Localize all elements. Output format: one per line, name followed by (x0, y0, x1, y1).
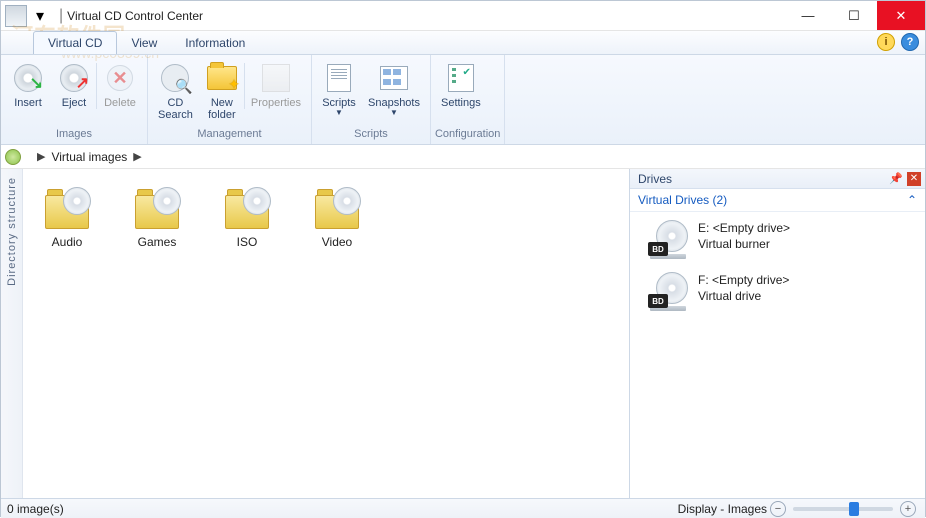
drives-panel-header: Drives 📌 ✕ (630, 169, 925, 189)
settings-button[interactable]: Settings (435, 57, 487, 127)
drives-panel: Drives 📌 ✕ Virtual Drives (2) ⌃ BD E: <E… (629, 169, 925, 498)
folder-cd-icon (41, 185, 93, 229)
breadcrumb-chevron[interactable]: ▶ (133, 150, 141, 163)
delete-icon: ✕ (107, 65, 133, 91)
drive-item-e[interactable]: BD E: <Empty drive> Virtual burner (630, 212, 925, 264)
panel-close-button[interactable]: ✕ (907, 172, 921, 186)
file-pane[interactable]: Audio Games ISO Video (23, 169, 629, 498)
zoom-slider-thumb[interactable] (849, 502, 859, 516)
status-display-mode: Display - Images (678, 502, 767, 516)
drive-state: <Empty drive> (712, 273, 789, 287)
folder-label: Games (138, 235, 177, 249)
ribbon-group-configuration: Settings Configuration (431, 55, 505, 144)
main-area: Directory structure Audio Games ISO Vide… (1, 169, 925, 498)
drive-state: <Empty drive> (713, 221, 790, 235)
folder-item-audio[interactable]: Audio (31, 185, 103, 249)
help-icon[interactable]: ? (901, 33, 919, 51)
close-button[interactable]: ✕ (877, 1, 925, 30)
tab-virtual-cd[interactable]: Virtual CD (33, 31, 117, 54)
ribbon-group-images: ↘ Insert ↗ Eject ✕ Delete Images (1, 55, 148, 144)
ribbon-group-scripts: Scripts ▼ Snapshots ▼ Scripts (312, 55, 431, 144)
cd-search-icon (161, 64, 189, 92)
insert-button[interactable]: ↘ Insert (5, 57, 51, 127)
folder-item-games[interactable]: Games (121, 185, 193, 249)
chevron-down-icon: ▼ (390, 108, 398, 117)
zoom-out-button[interactable]: − (770, 501, 786, 517)
cd-insert-icon: ↘ (14, 64, 42, 92)
drives-panel-title: Drives (638, 172, 672, 186)
folder-label: Audio (52, 235, 83, 249)
delete-button[interactable]: ✕ Delete (97, 57, 143, 127)
minimize-button[interactable]: — (785, 1, 831, 30)
snapshot-icon (380, 66, 408, 90)
group-label-management: Management (152, 127, 307, 142)
bd-badge: BD (648, 294, 668, 308)
properties-button[interactable]: Properties (245, 57, 307, 127)
folder-label: ISO (237, 235, 258, 249)
chevron-up-icon: ⌃ (907, 193, 917, 207)
folder-item-video[interactable]: Video (301, 185, 373, 249)
cd-eject-icon: ↗ (60, 64, 88, 92)
scripts-button[interactable]: Scripts ▼ (316, 57, 362, 127)
title-separator: | (59, 7, 63, 25)
maximize-button[interactable]: ☐ (831, 1, 877, 30)
folder-item-iso[interactable]: ISO (211, 185, 283, 249)
drive-icon: BD (648, 272, 688, 308)
status-image-count: 0 image(s) (7, 502, 64, 516)
directory-structure-label: Directory structure (6, 177, 18, 286)
chevron-down-icon: ▼ (335, 108, 343, 117)
breadcrumb-bar: ▶ Virtual images ▶ (1, 145, 925, 169)
qat-dropdown[interactable]: ▾ (31, 7, 49, 25)
snapshots-button[interactable]: Snapshots ▼ (362, 57, 426, 127)
folder-cd-icon (221, 185, 273, 229)
drives-section-header[interactable]: Virtual Drives (2) ⌃ (630, 189, 925, 212)
system-menu-icon[interactable] (5, 5, 27, 27)
settings-icon (448, 64, 474, 92)
drive-type: Virtual burner (698, 236, 790, 252)
drive-letter: E: (698, 221, 709, 235)
bd-badge: BD (648, 242, 668, 256)
window-title: Virtual CD Control Center (67, 9, 203, 23)
eject-button[interactable]: ↗ Eject (51, 57, 97, 127)
title-bar: ▾ | Virtual CD Control Center — ☐ ✕ (1, 1, 925, 31)
folder-label: Video (322, 235, 352, 249)
breadcrumb-chevron[interactable]: ▶ (37, 150, 45, 163)
directory-structure-tab[interactable]: Directory structure (1, 169, 23, 498)
group-label-images: Images (5, 127, 143, 142)
drive-letter: F: (698, 273, 709, 287)
group-label-configuration: Configuration (435, 127, 500, 142)
ribbon-group-management: CDSearch ✦ Newfolder Properties Manageme… (148, 55, 312, 144)
new-folder-button[interactable]: ✦ Newfolder (199, 57, 245, 127)
tab-view[interactable]: View (117, 31, 171, 54)
tab-information[interactable]: Information (171, 31, 259, 54)
info-icon[interactable]: i (877, 33, 895, 51)
properties-icon (262, 64, 290, 92)
cd-search-button[interactable]: CDSearch (152, 57, 199, 127)
status-bar: 0 image(s) Display - Images − + (1, 498, 925, 518)
new-folder-icon: ✦ (207, 66, 237, 90)
drive-item-f[interactable]: BD F: <Empty drive> Virtual drive (630, 264, 925, 316)
globe-icon[interactable] (5, 149, 21, 165)
ribbon-tabs: Virtual CD View Information i ? (1, 31, 925, 55)
pin-icon[interactable]: 📌 (889, 172, 903, 185)
folder-cd-icon (311, 185, 363, 229)
folder-cd-icon (131, 185, 183, 229)
group-label-scripts: Scripts (316, 127, 426, 142)
breadcrumb-item[interactable]: Virtual images (51, 150, 127, 164)
drive-icon: BD (648, 220, 688, 256)
drive-type: Virtual drive (698, 288, 789, 304)
zoom-slider[interactable] (793, 507, 893, 511)
zoom-in-button[interactable]: + (900, 501, 916, 517)
script-icon (327, 64, 351, 92)
ribbon: ↘ Insert ↗ Eject ✕ Delete Images CDSearc… (1, 55, 925, 145)
